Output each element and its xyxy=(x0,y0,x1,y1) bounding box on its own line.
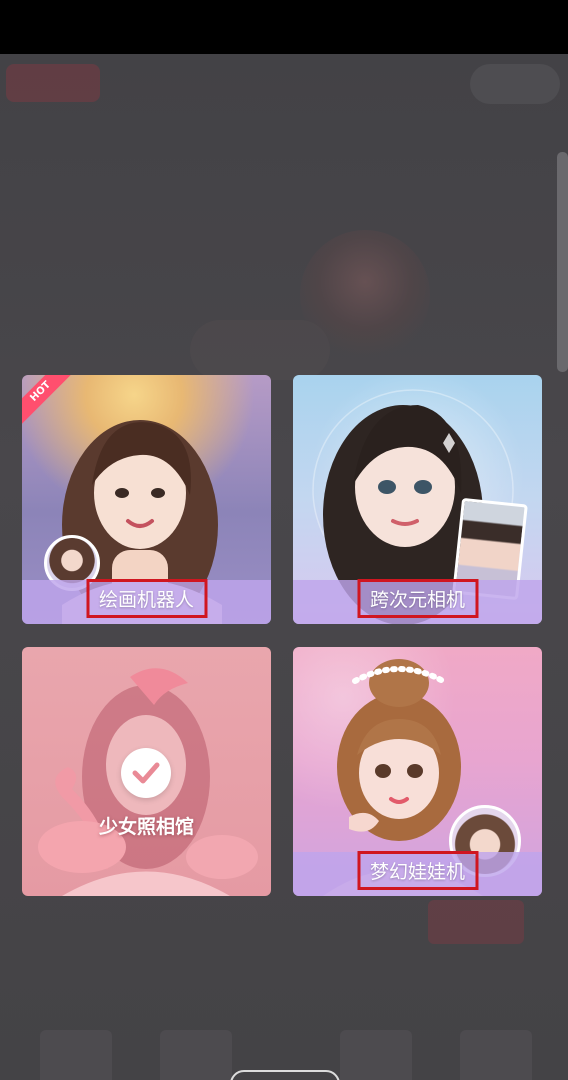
screen: HOT 绘画机器人 跨次元相机 少女照相馆 梦幻娃娃机 xyxy=(0,0,568,1080)
background-figure-shadow xyxy=(190,320,330,380)
background-back-button xyxy=(6,64,100,102)
background-thumbnail xyxy=(340,1030,412,1080)
card-dream-doll-machine[interactable]: 梦幻娃娃机 xyxy=(293,647,542,896)
background-thumbnail xyxy=(460,1030,532,1080)
card-label: 绘画机器人 xyxy=(85,579,208,618)
home-indicator[interactable] xyxy=(230,1070,340,1080)
background-thumbnail xyxy=(40,1030,112,1080)
girl-photo-studio-art xyxy=(22,647,271,896)
card-label: 跨次元相机 xyxy=(356,579,479,618)
check-icon xyxy=(121,748,171,798)
card-label: 少女照相馆 xyxy=(98,816,194,838)
background-pill-button xyxy=(470,64,560,104)
status-bar xyxy=(0,0,568,54)
card-girl-photo-studio[interactable]: 少女照相馆 xyxy=(22,647,271,896)
background-action-button xyxy=(428,900,524,944)
card-label: 梦幻娃娃机 xyxy=(356,851,479,890)
card-cross-dimension-camera[interactable]: 跨次元相机 xyxy=(293,375,542,624)
background-thumbnail xyxy=(160,1030,232,1080)
scrollbar[interactable] xyxy=(557,152,568,372)
card-painting-robot[interactable]: HOT 绘画机器人 xyxy=(22,375,271,624)
